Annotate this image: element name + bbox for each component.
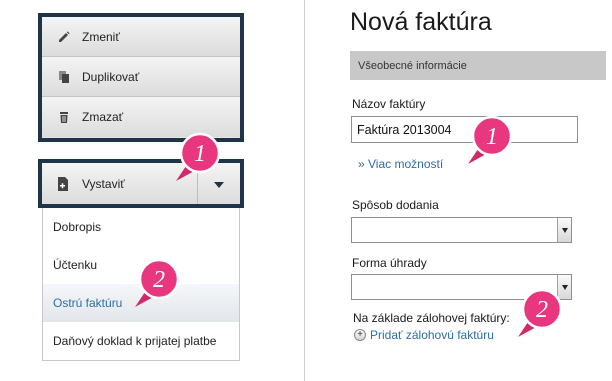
callout-badge-2b: 2 — [510, 283, 570, 343]
invoice-name-label: Názov faktúry — [352, 97, 426, 111]
callout-badge-1b: 1 — [460, 110, 520, 170]
more-options-link[interactable]: » Viac možností — [358, 157, 443, 171]
callout-number: 2 — [536, 297, 548, 323]
payment-label: Forma úhrady — [352, 256, 427, 270]
add-proforma-row[interactable]: + Pridať zálohovú faktúru — [354, 328, 494, 342]
delete-button-label: Zmazať — [82, 110, 124, 124]
callout-number: 1 — [486, 124, 498, 150]
callout-badge-1: 1 — [168, 127, 228, 187]
menu-item-credit-note[interactable]: Dobropis — [43, 208, 239, 246]
delivery-select[interactable] — [351, 217, 572, 243]
pencil-icon — [56, 29, 72, 45]
trash-icon — [56, 109, 72, 125]
duplicate-button[interactable]: Duplikovať — [42, 57, 240, 97]
menu-item-tax-document[interactable]: Daňový doklad k prijatej platbe — [43, 322, 239, 360]
document-add-icon — [56, 176, 72, 192]
plus-circle-icon: + — [354, 329, 366, 341]
callout-badge-2: 2 — [127, 253, 187, 313]
duplicate-button-label: Duplikovať — [82, 69, 140, 84]
select-arrow-icon — [557, 218, 571, 242]
duplicate-icon — [56, 69, 72, 85]
menu-item-label: Ostrú faktúru — [53, 296, 123, 310]
add-proforma-link[interactable]: Pridať zálohovú faktúru — [370, 328, 494, 342]
proforma-label: Na základe zálohovej faktúry: — [353, 311, 510, 325]
delivery-label: Spôsob dodania — [352, 198, 439, 212]
menu-item-label: Účtenku — [53, 258, 98, 272]
actions-panel: Zmeniť Duplikovať Zmazať — [38, 13, 244, 142]
panel-divider — [304, 0, 305, 381]
callout-number: 1 — [194, 141, 206, 167]
page-title: Nová faktúra — [350, 8, 492, 36]
menu-item-label: Dobropis — [53, 220, 102, 234]
edit-button-label: Zmeniť — [82, 29, 120, 44]
menu-item-label: Daňový doklad k prijatej platbe — [53, 334, 217, 348]
callout-number: 2 — [153, 267, 165, 293]
edit-button[interactable]: Zmeniť — [42, 17, 240, 57]
issue-button-label: Vystaviť — [82, 176, 125, 191]
section-header: Všeobecné informácie — [350, 51, 606, 80]
